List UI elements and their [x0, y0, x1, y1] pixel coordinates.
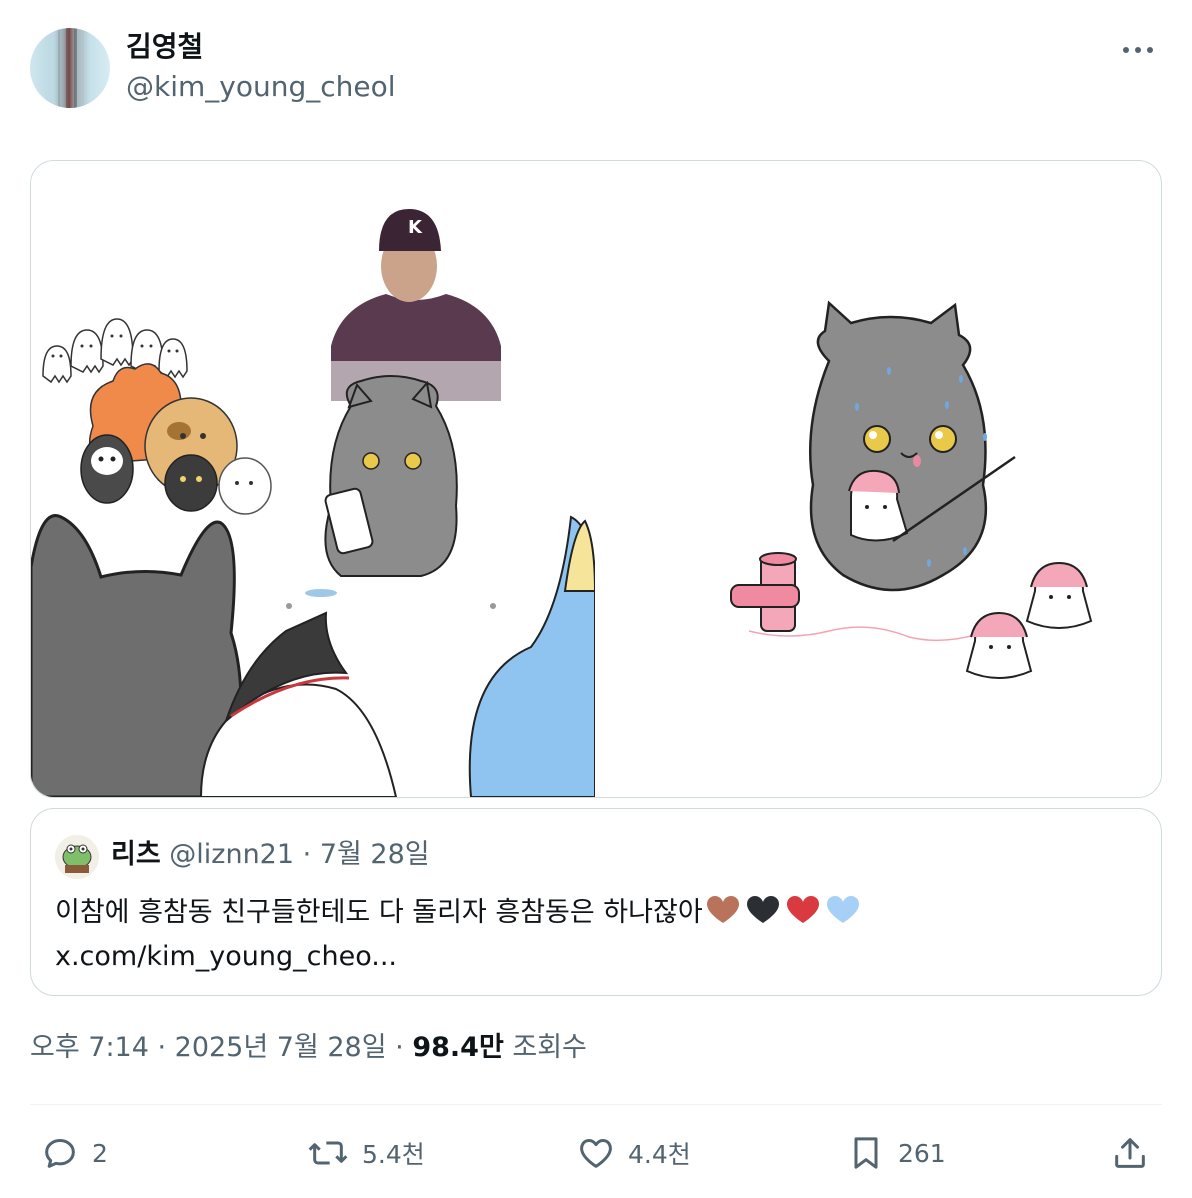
like-count: 4.4천 — [628, 1140, 691, 1169]
reply-button[interactable]: 2 — [40, 1128, 108, 1178]
views-count: 98.4만 — [412, 1032, 504, 1063]
repost-icon — [308, 1141, 348, 1165]
heart-emoji — [786, 896, 819, 923]
media-image-left[interactable]: K — [31, 161, 597, 797]
heart-emoji-row — [706, 896, 859, 923]
heart-emoji — [706, 896, 739, 923]
bookmark-count: 261 — [898, 1138, 946, 1168]
avatar[interactable] — [30, 28, 110, 108]
action-bar: 2 5.4천 4.4천 261 — [30, 1128, 1162, 1178]
bookmark-icon — [854, 1137, 878, 1169]
reply-icon — [45, 1139, 75, 1168]
quote-separator: · — [302, 839, 312, 870]
quote-text-body: 이참에 흥참동 친구들한테도 다 돌리자 흥참동은 하나잖아 — [55, 897, 703, 928]
repost-count: 5.4천 — [362, 1140, 425, 1169]
post-meta: 오후 7:14 · 2025년 7월 28일 · 98.4만 조회수 — [30, 1030, 587, 1066]
quote-handle[interactable]: @liznn21 — [169, 839, 294, 870]
divider — [30, 1104, 1162, 1105]
post-header: 김영철 @kim_young_cheol — [30, 28, 1162, 112]
heart-emoji — [826, 896, 859, 923]
views-label: 조회수 — [503, 1032, 587, 1063]
more-horizontal-icon — [1123, 47, 1153, 53]
author-display-name[interactable]: 김영철 — [126, 30, 203, 64]
quote-display-name[interactable]: 리츠 — [111, 839, 161, 870]
illustration-right — [599, 161, 1161, 797]
reply-count: 2 — [92, 1138, 108, 1168]
heart-emojis — [705, 894, 865, 938]
quote-avatar[interactable] — [55, 835, 99, 879]
quote-link[interactable]: x.com/kim_young_cheo... — [55, 937, 397, 977]
illustration-left: K — [31, 161, 597, 797]
svg-text:K: K — [408, 217, 423, 238]
media-image-right[interactable] — [599, 161, 1161, 797]
heart-icon — [580, 1139, 612, 1168]
quote-date[interactable]: 7월 28일 — [320, 839, 430, 870]
quote-header: 리츠 @liznn21 · 7월 28일 — [111, 837, 430, 873]
more-button[interactable] — [1118, 38, 1158, 62]
repost-button[interactable]: 5.4천 — [306, 1128, 425, 1178]
post-timestamp[interactable]: 오후 7:14 · 2025년 7월 28일 · — [30, 1032, 412, 1063]
heart-emoji — [746, 896, 779, 923]
share-button[interactable] — [1110, 1128, 1150, 1178]
like-button[interactable]: 4.4천 — [576, 1128, 691, 1178]
media-card: K — [30, 160, 1162, 798]
quote-text: 이참에 흥참동 친구들한테도 다 돌리자 흥참동은 하나잖아 — [55, 893, 865, 938]
quoted-post[interactable]: 리츠 @liznn21 · 7월 28일 이참에 흥참동 친구들한테도 다 돌리… — [30, 808, 1162, 996]
share-icon — [1115, 1138, 1145, 1168]
author-handle[interactable]: @kim_young_cheol — [126, 70, 396, 104]
bookmark-button[interactable]: 261 — [846, 1128, 946, 1178]
